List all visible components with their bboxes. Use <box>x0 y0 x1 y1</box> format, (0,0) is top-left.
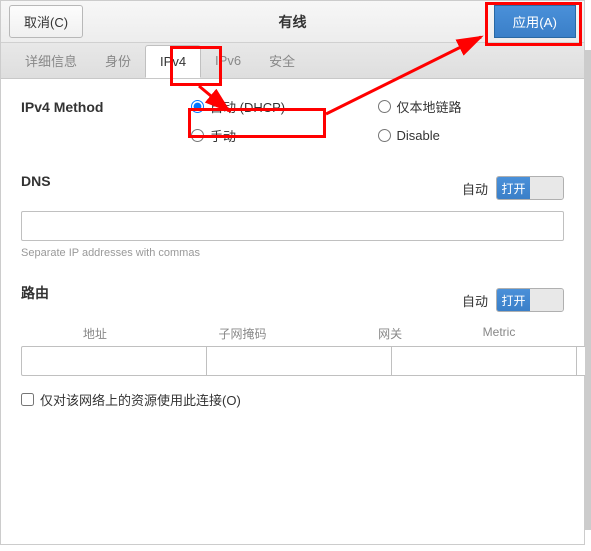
dns-auto-switch[interactable]: 打开 <box>496 176 564 200</box>
switch-on-label: 打开 <box>497 289 530 311</box>
resources-checkbox-input[interactable] <box>21 393 34 406</box>
radio-auto-label: 自动 (DHCP) <box>210 97 285 116</box>
content-area: IPv4 Method 自动 (DHCP) 仅本地链路 手动 Disable <box>1 79 584 451</box>
route-address-input[interactable] <box>21 346 207 376</box>
header-gateway: 网关 <box>316 325 464 342</box>
route-row: ✖ <box>21 346 564 376</box>
radio-auto-input[interactable] <box>191 100 204 113</box>
radio-auto-dhcp[interactable]: 自动 (DHCP) <box>191 97 378 116</box>
switch-on-label: 打开 <box>497 177 530 199</box>
radio-disable-input[interactable] <box>378 129 391 142</box>
radio-disable-label: Disable <box>397 128 440 143</box>
apply-button[interactable]: 应用(A) <box>494 5 576 38</box>
switch-handle <box>530 289 563 311</box>
switch-handle <box>530 177 563 199</box>
window-edge <box>585 50 591 530</box>
radio-manual-label: 手动 <box>210 126 236 145</box>
titlebar: 取消(C) 有线 应用(A) <box>1 1 584 43</box>
tab-bar: 详细信息 身份 IPv4 IPv6 安全 <box>1 43 584 79</box>
ipv4-method-label: IPv4 Method <box>21 97 191 115</box>
routes-auto-switch[interactable]: 打开 <box>496 288 564 312</box>
window-title: 有线 <box>279 12 307 32</box>
tab-ipv4[interactable]: IPv4 <box>145 45 201 78</box>
header-metric: Metric <box>464 325 534 342</box>
route-gateway-input[interactable] <box>391 346 577 376</box>
dns-header: DNS 自动 打开 <box>21 173 564 203</box>
tab-security[interactable]: 安全 <box>255 43 309 78</box>
routes-table: 地址 子网掩码 网关 Metric ✖ <box>21 325 564 376</box>
routes-header: 路由 自动 打开 <box>21 283 564 317</box>
radio-local-input[interactable] <box>378 100 391 113</box>
dns-hint: Separate IP addresses with commas <box>21 247 564 259</box>
routes-headers: 地址 子网掩码 网关 Metric <box>21 325 564 342</box>
tab-identity[interactable]: 身份 <box>91 43 145 78</box>
ipv4-method-row: IPv4 Method 自动 (DHCP) 仅本地链路 手动 Disable <box>21 97 564 145</box>
use-only-for-resources-checkbox[interactable]: 仅对该网络上的资源使用此连接(O) <box>21 390 564 409</box>
cancel-button[interactable]: 取消(C) <box>9 5 83 38</box>
tab-ipv6[interactable]: IPv6 <box>201 45 255 76</box>
ipv4-method-options: 自动 (DHCP) 仅本地链路 手动 Disable <box>191 97 564 145</box>
routes-section: 路由 自动 打开 地址 子网掩码 网关 Metric <box>21 283 564 409</box>
dns-section: DNS 自动 打开 Separate IP addresses with com… <box>21 173 564 259</box>
header-netmask: 子网掩码 <box>169 325 317 342</box>
route-netmask-input[interactable] <box>206 346 392 376</box>
dns-input[interactable] <box>21 211 564 241</box>
resources-checkbox-label: 仅对该网络上的资源使用此连接(O) <box>40 390 241 409</box>
routes-label: 路由 <box>21 283 49 303</box>
radio-manual-input[interactable] <box>191 129 204 142</box>
routes-auto-label: 自动 <box>462 291 488 310</box>
radio-link-local[interactable]: 仅本地链路 <box>378 97 565 116</box>
radio-local-label: 仅本地链路 <box>397 97 462 116</box>
header-address: 地址 <box>21 325 169 342</box>
radio-manual[interactable]: 手动 <box>191 126 378 145</box>
header-delete <box>534 325 564 342</box>
dns-auto-label: 自动 <box>462 179 488 198</box>
dns-label: DNS <box>21 173 51 189</box>
radio-disable[interactable]: Disable <box>378 126 565 145</box>
settings-dialog: 取消(C) 有线 应用(A) 详细信息 身份 IPv4 IPv6 安全 IPv4… <box>0 0 585 545</box>
tab-details[interactable]: 详细信息 <box>11 43 91 78</box>
